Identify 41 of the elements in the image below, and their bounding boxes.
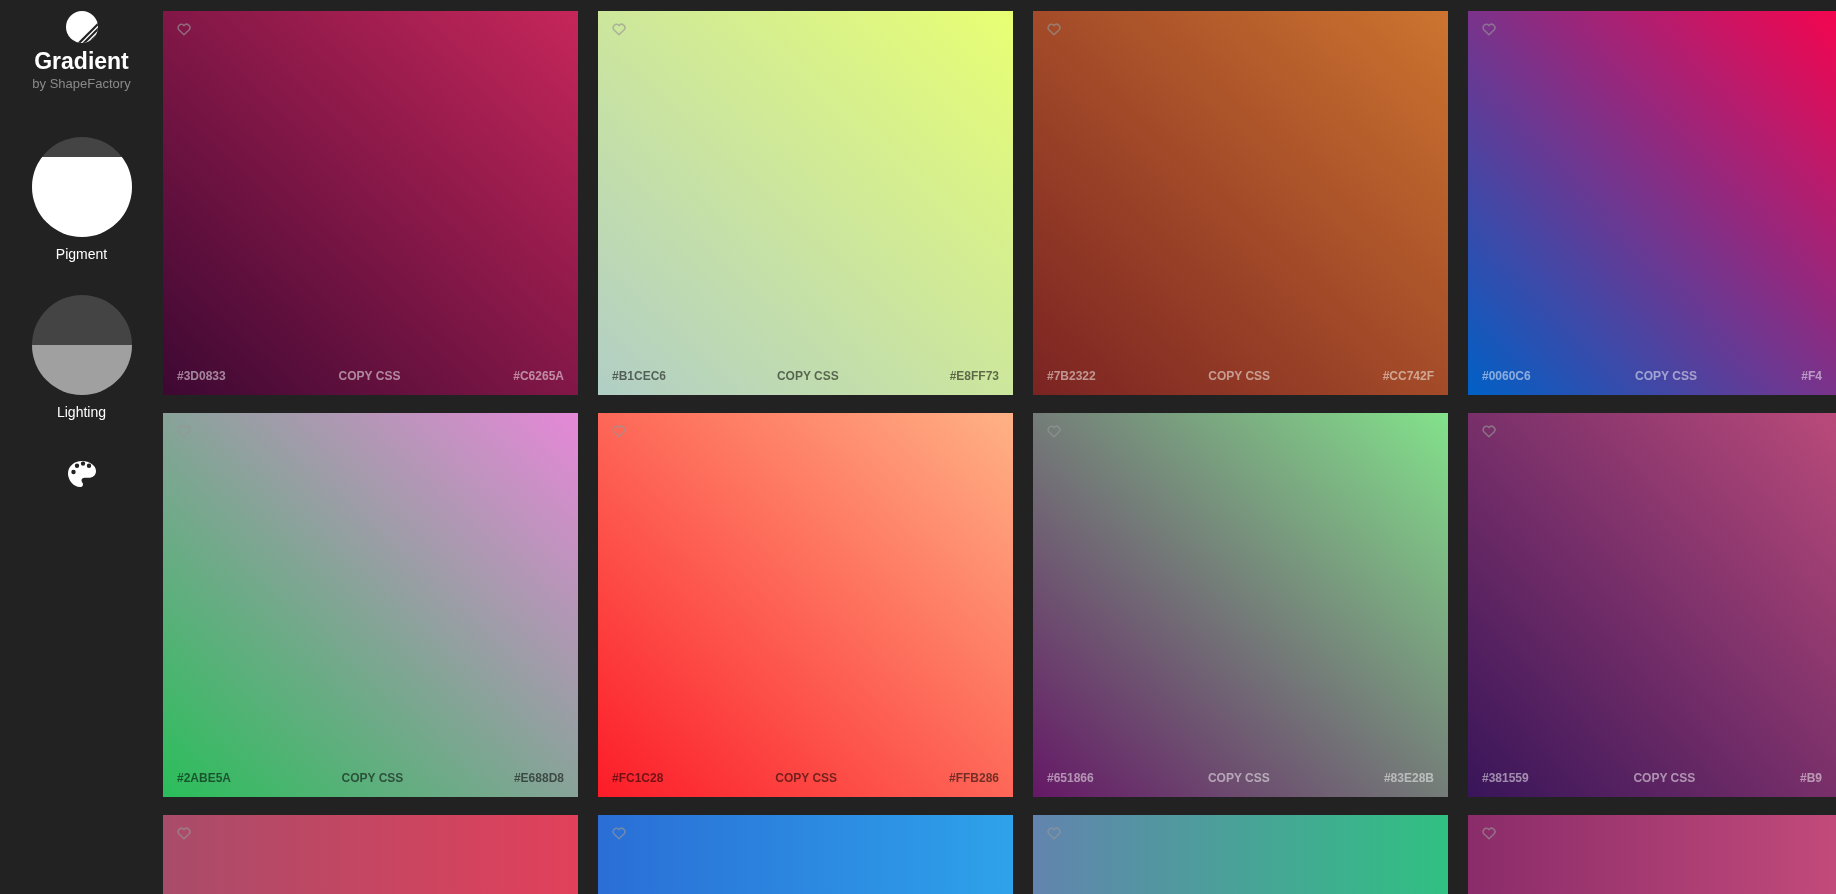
- heart-icon[interactable]: [177, 23, 191, 36]
- hex-code: #CC742F: [1382, 369, 1434, 383]
- hex-code: #0060C6: [1482, 369, 1531, 383]
- heart-icon[interactable]: [612, 425, 626, 438]
- heart-icon[interactable]: [1482, 425, 1496, 438]
- copy-css-link[interactable]: COPY CSS: [1635, 369, 1697, 383]
- copy-css-link[interactable]: COPY CSS: [1633, 771, 1696, 785]
- app-subtitle: by ShapeFactory: [32, 76, 131, 91]
- heart-icon[interactable]: [1482, 827, 1496, 840]
- dial-label: Pigment: [55, 246, 108, 262]
- app-title: Gradient: [34, 48, 129, 75]
- heart-icon[interactable]: [612, 23, 626, 36]
- copy-css-link[interactable]: COPY CSS: [341, 771, 404, 785]
- hex-code: #B1CEC6: [612, 369, 667, 383]
- copy-css-link[interactable]: COPY CSS: [1208, 369, 1271, 383]
- hex-code: #7B2322: [1047, 369, 1096, 383]
- heart-icon[interactable]: [1482, 23, 1496, 36]
- hex-code: #FC1C28: [612, 771, 664, 785]
- hex-code: #381559: [1482, 771, 1529, 785]
- hex-code: #3D0833: [177, 369, 226, 383]
- hex-code: #B9: [1799, 771, 1822, 785]
- hex-code: #FFB286: [948, 771, 999, 785]
- hex-code: #F4: [1801, 369, 1822, 383]
- hex-code: #E688D8: [513, 771, 564, 785]
- copy-css-link[interactable]: COPY CSS: [1207, 771, 1270, 785]
- heart-icon[interactable]: [1047, 827, 1061, 840]
- hex-code: #83E28B: [1383, 771, 1434, 785]
- dial-label: Lighting: [56, 404, 106, 420]
- hex-code: #651866: [1047, 771, 1094, 785]
- logo-icon: [64, 10, 99, 44]
- hex-code: #E8FF73: [949, 369, 999, 383]
- copy-css-link[interactable]: COPY CSS: [775, 771, 838, 785]
- heart-icon[interactable]: [177, 827, 191, 840]
- heart-icon[interactable]: [1047, 23, 1061, 36]
- hex-code: #C6265A: [513, 369, 564, 383]
- heart-icon[interactable]: [612, 827, 626, 840]
- copy-css-link[interactable]: COPY CSS: [338, 369, 401, 383]
- hex-code: #2ABE5A: [177, 771, 232, 785]
- heart-icon[interactable]: [1047, 425, 1061, 438]
- palette-icon[interactable]: [66, 460, 97, 488]
- copy-css-link[interactable]: COPY CSS: [776, 369, 839, 383]
